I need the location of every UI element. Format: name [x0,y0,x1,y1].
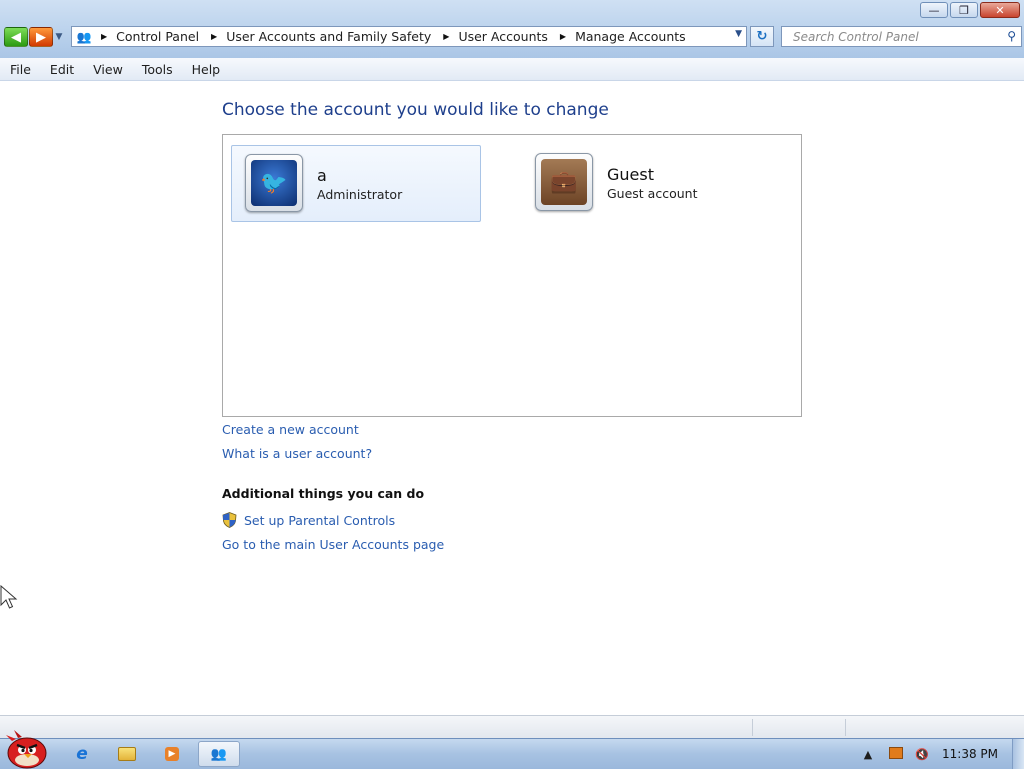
media-player-icon[interactable]: ▶ [154,741,190,767]
menu-edit[interactable]: Edit [40,62,83,77]
system-tray: ▲ 🔇 11:38 PM [858,739,1024,769]
address-bar[interactable]: 👥 ▶ Control Panel ▶ User Accounts and Fami… [71,26,747,47]
breadcrumb-control-panel[interactable]: ▶ Control Panel [97,29,207,44]
minimize-button[interactable]: — [920,2,948,18]
user-accounts-window-icon[interactable]: 👥 [198,741,240,767]
user-accounts-icon: 👥 [76,29,92,44]
menu-view[interactable]: View [83,62,132,77]
chevron-right-icon[interactable]: ▶ [211,32,217,41]
breadcrumb-manage-accounts[interactable]: ▶ Manage Accounts [556,29,694,44]
account-type: Guest account [607,186,698,201]
menu-file[interactable]: File [0,62,40,77]
volume-muted-icon[interactable]: 🔇 [912,748,932,761]
windows-explorer-icon[interactable] [109,741,145,767]
start-button[interactable] [2,729,50,769]
search-box[interactable]: ⚲ [781,26,1022,47]
account-tile-admin[interactable]: 🐦 a Administrator [231,145,481,222]
window-chrome: — ❐ ✕ ◀ ▶ ▼ 👥 ▶ Control Panel ▶ User Accou… [0,0,1024,58]
accounts-panel: 🐦 a Administrator 💼 Guest Guest account [222,134,802,417]
navigation-buttons: ◀ ▶ ▼ [4,27,64,47]
page-title: Choose the account you would like to cha… [222,100,609,120]
caption-buttons: — ❐ ✕ [920,2,1020,18]
forward-arrow-icon: ▶ [36,29,46,45]
create-account-link[interactable]: Create a new account [222,422,359,437]
status-bar [0,715,1024,739]
menu-help[interactable]: Help [182,62,230,77]
internet-explorer-icon[interactable]: e [64,741,100,767]
action-center-icon[interactable] [886,746,906,762]
show-hidden-icons-icon[interactable]: ▲ [858,748,878,761]
status-divider [752,719,753,736]
avatar: 🐦 [245,154,303,212]
refresh-icon: ↻ [756,29,768,44]
back-button[interactable]: ◀ [4,27,28,47]
angry-bird-avatar-icon: 🐦 [251,160,297,206]
taskbar: e ▶ 👥 ▲ 🔇 11:38 PM [0,730,1024,769]
close-button[interactable]: ✕ [980,2,1020,18]
chevron-right-icon[interactable]: ▶ [560,32,566,41]
briefcase-avatar-icon: 💼 [541,159,587,205]
what-is-user-account-link[interactable]: What is a user account? [222,446,372,461]
status-divider [845,719,846,736]
forward-button[interactable]: ▶ [29,27,53,47]
maximize-button[interactable]: ❐ [950,2,978,18]
account-name: Guest [607,165,654,184]
additional-heading: Additional things you can do [222,486,425,501]
search-icon[interactable]: ⚲ [1007,29,1016,43]
menu-tools[interactable]: Tools [132,62,182,77]
account-tile-guest[interactable]: 💼 Guest Guest account [522,145,772,222]
account-type: Administrator [317,187,403,202]
clock[interactable]: 11:38 PM [942,747,998,761]
chevron-right-icon[interactable]: ▶ [443,32,449,41]
refresh-button[interactable]: ↻ [750,26,774,47]
show-desktop-button[interactable] [1012,739,1024,769]
recent-pages-dropdown[interactable]: ▼ [54,32,64,42]
address-dropdown-icon[interactable]: ▼ [735,29,742,39]
back-arrow-icon: ◀ [11,29,21,45]
chevron-right-icon[interactable]: ▶ [101,32,107,41]
main-user-accounts-link[interactable]: Go to the main User Accounts page [222,537,444,552]
account-name: a [317,166,327,185]
breadcrumb-user-accounts-family-safety[interactable]: ▶ User Accounts and Family Safety [207,29,439,44]
uac-shield-icon [222,512,237,528]
search-input[interactable] [791,28,995,45]
menu-bar: File Edit View Tools Help [0,58,1024,81]
mouse-cursor-icon [0,585,18,609]
breadcrumb-user-accounts[interactable]: ▶ User Accounts [439,29,556,44]
content-area: Choose the account you would like to cha… [0,81,1024,715]
avatar: 💼 [535,153,593,211]
parental-controls-link[interactable]: Set up Parental Controls [244,513,395,528]
